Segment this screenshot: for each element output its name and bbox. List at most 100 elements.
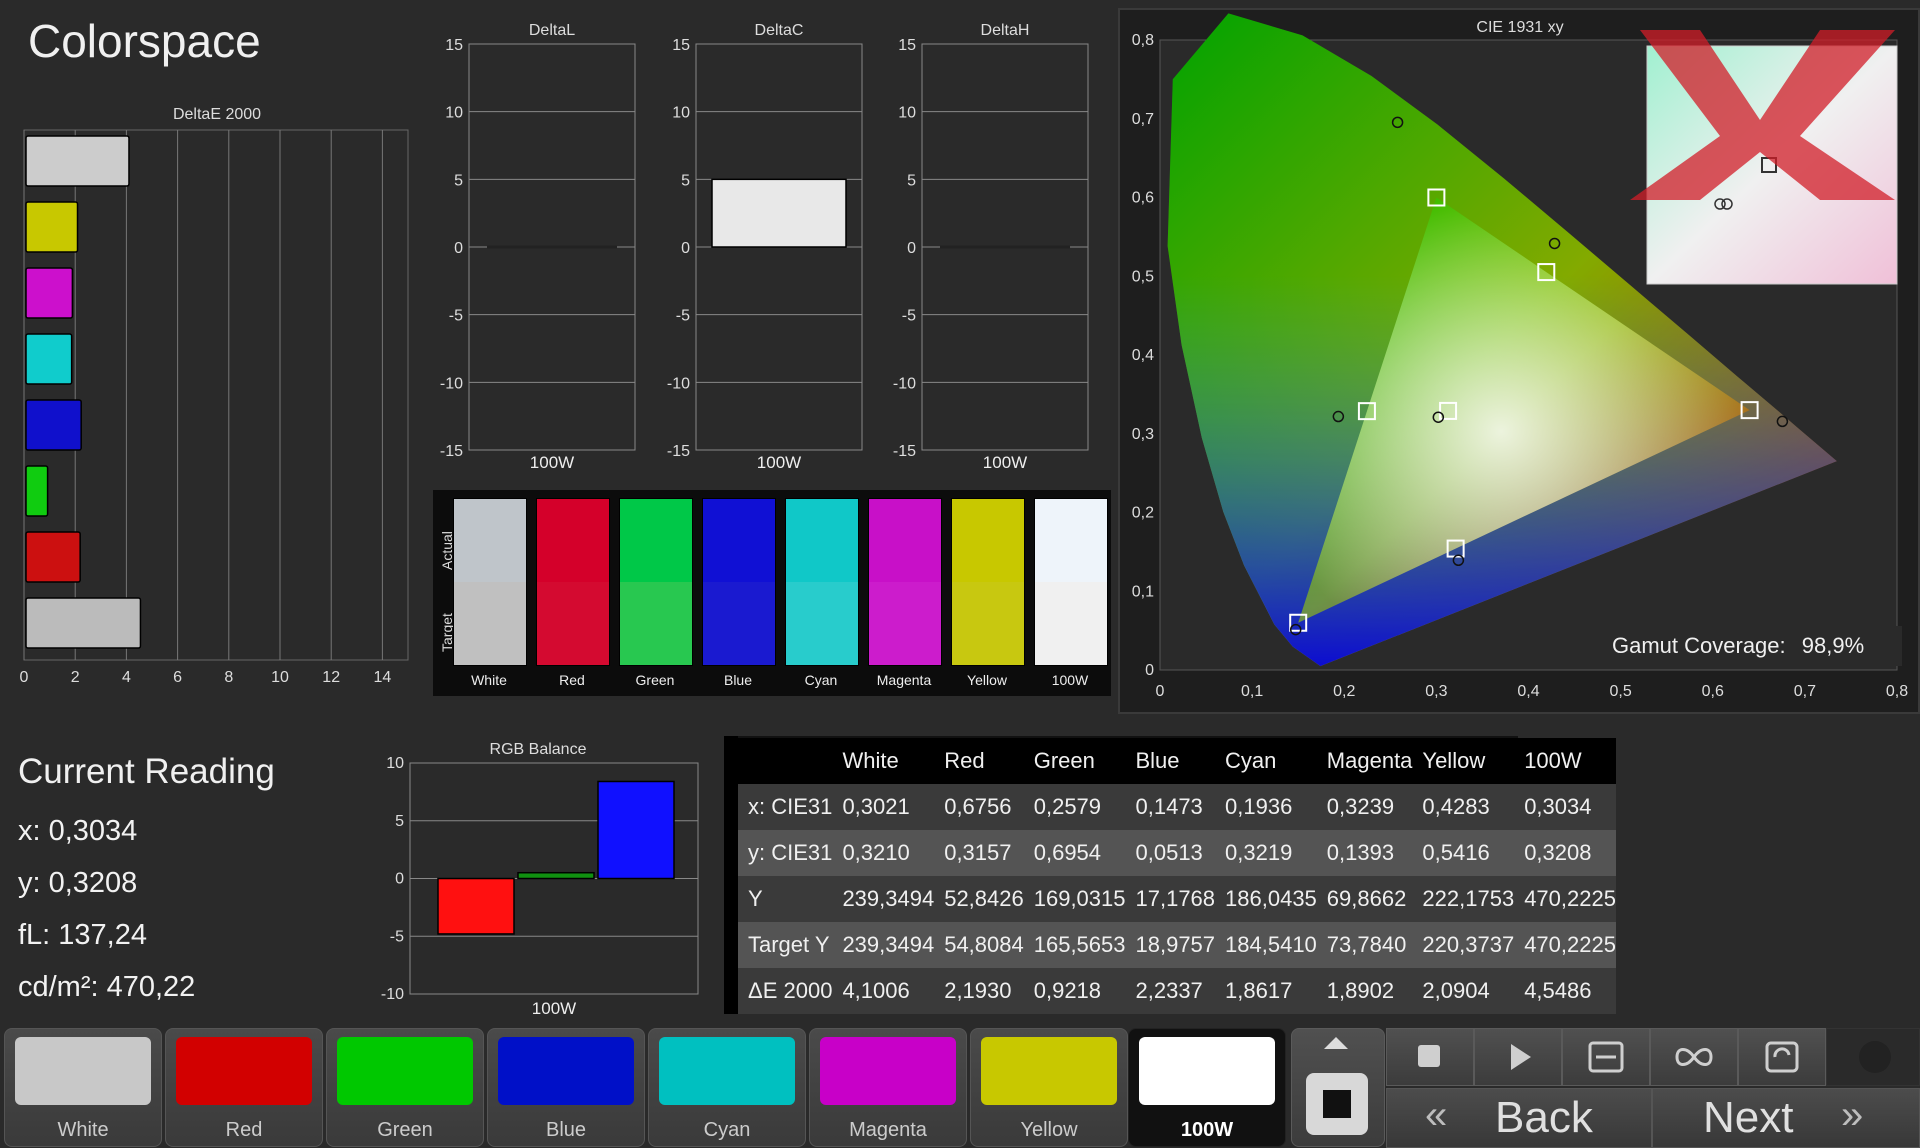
table-cell: 1,8902 [1326,978,1395,1003]
tile-blue[interactable]: Blue [487,1028,645,1147]
tile-swatch [981,1037,1117,1105]
tile-label: Yellow [1020,1119,1078,1141]
cie-x-tick-label: 0,2 [1333,683,1355,700]
reading-cdm: cd/m²: 470,22 [18,971,196,1003]
refresh-icon [1765,1041,1799,1073]
table-cell: 470,2225 [1524,932,1616,957]
tile-white[interactable]: White [4,1028,162,1147]
table-header-cell: Cyan [1225,748,1277,773]
gamut-value: 98,9% [1801,633,1865,658]
cie-y-tick-label: 0,4 [1132,347,1154,364]
table-cell: 239,3494 [842,886,935,911]
table-cell: 0,6954 [1033,840,1102,865]
table-cell: 0,3208 [1524,840,1592,865]
stop-button[interactable] [1386,1028,1474,1086]
table-row: y: CIE31 0,3210 0,3157 0,6954 0,0513 0,3219 0,… [738,830,1616,876]
tile-cyan[interactable]: Cyan [648,1028,806,1147]
tile-red[interactable]: Red [165,1028,323,1147]
reading-fl: fL: 137,24 [18,919,147,951]
table-row: x: CIE31 0,3021 0,6756 0,2579 0,1473 0,1936 0,… [738,784,1616,830]
table-row-label: y: CIE31 [748,840,833,865]
table-cell: 222,1753 [1422,886,1515,911]
table-cell: 186,0435 [1225,886,1317,911]
tile-green[interactable]: Green [326,1028,484,1147]
tile-swatch [337,1037,473,1105]
table-cell: 52,8426 [944,886,1024,911]
tile-label: Cyan [703,1119,751,1141]
stop-icon [1418,1045,1440,1067]
rgb-bar-b [597,780,675,880]
cie-x-tick-label: 0,7 [1794,683,1816,700]
refresh-button[interactable] [1738,1028,1826,1086]
rgb-bar-r [437,877,515,935]
table-cell: 17,1768 [1135,886,1216,911]
table-cell: 0,9218 [1033,978,1102,1003]
cie-x-tick-label: 0,5 [1610,683,1632,700]
table-cell: 0,2579 [1033,794,1102,819]
table-cell: 0,1936 [1225,794,1293,819]
stop-square-button[interactable] [1306,1073,1368,1135]
table-cell: 69,8662 [1326,886,1407,911]
cie-y-tick-label: 0,3 [1132,426,1154,443]
cie-x-tick-label: 0,4 [1517,683,1539,700]
cie-x-tick-label: 0,1 [1241,683,1263,700]
table-cell: 0,3021 [842,794,910,819]
cie-y-tick-label: 0,7 [1132,111,1154,128]
tile-swatch [498,1037,634,1105]
table-header-cell: Red [944,748,985,773]
reading-x: x: 0,3034 [18,815,138,847]
table-cell: 0,4283 [1422,794,1490,819]
tile-label: Blue [545,1119,587,1141]
cie-y-tick-label: 0,2 [1132,505,1154,522]
rgb-balance-chart: 10 5 0 -5 -10 100W [381,755,699,1018]
cie-x-tick-label: 0,3 [1425,683,1447,700]
table-row: ΔE 2000 4,1006 2,1930 0,9218 2,2337 1,8617 1,8… [738,968,1616,1014]
tile-label: 100W [1180,1119,1234,1141]
table-cell: 1,8617 [1225,978,1293,1003]
rgb-tick-label: 0 [395,871,404,888]
status-button[interactable] [1826,1028,1920,1086]
tile-label: Green [377,1119,433,1141]
tile-label: White [57,1119,109,1141]
tile-swatch [659,1037,795,1105]
table-cell: 0,0513 [1135,840,1203,865]
back-arrow-icon: « [1425,1093,1448,1137]
rgb-category-label: 100W [532,999,576,1018]
gamut-coverage: Gamut Coverage: 98,9% [1604,626,1902,666]
table-cell: 0,1393 [1326,840,1395,865]
table-cell: 0,3210 [842,840,910,865]
tile-magenta[interactable]: Magenta [809,1028,967,1147]
table-cell: 0,5416 [1422,840,1490,865]
cie-x-tick-label: 0,8 [1886,683,1908,700]
cie-chart: 0 0,1 0,2 0,3 0,4 0,5 0,6 0,7 0,8 0 0,1 0,2 0,3 0,4 0,… [1132,13,1908,700]
table-cell: 2,2337 [1135,978,1203,1003]
table-cell: 0,1473 [1135,794,1203,819]
table-header-cell: Magenta [1326,748,1413,773]
back-button[interactable]: « Back [1386,1088,1652,1148]
reading-y: y: 0,3208 [18,867,138,899]
tile-100w[interactable]: 100W [1128,1028,1286,1147]
cie-y-tick-label: 0,1 [1132,583,1154,600]
table-cell: 220,3737 [1422,932,1515,957]
next-button[interactable]: Next » [1652,1088,1920,1148]
level-up-icon[interactable] [1324,1037,1348,1049]
tile-swatch [176,1037,312,1105]
cie-y-tick-label: 0,6 [1132,190,1154,207]
table-cell: 4,1006 [842,978,910,1003]
rgb-bar-g [517,871,595,880]
stop-square-icon [1323,1090,1351,1118]
table-cell: 4,5486 [1524,978,1592,1003]
fit-icon [1588,1041,1624,1073]
table-cell: 0,3239 [1326,794,1395,819]
table-cell: 73,7840 [1326,932,1407,957]
play-button[interactable] [1474,1028,1562,1086]
tile-label: Red [225,1119,263,1141]
fit-button[interactable] [1562,1028,1650,1086]
data-table: White Red Green Blue Cyan Magenta Yellow 100W x:… [738,738,1616,1014]
cie-x-tick-label: 0 [1156,683,1165,700]
back-label: Back [1495,1093,1593,1142]
loop-button[interactable] [1650,1028,1738,1086]
table-cell: 0,3219 [1225,840,1293,865]
tile-swatch [1139,1037,1275,1105]
tile-yellow[interactable]: Yellow [970,1028,1128,1147]
